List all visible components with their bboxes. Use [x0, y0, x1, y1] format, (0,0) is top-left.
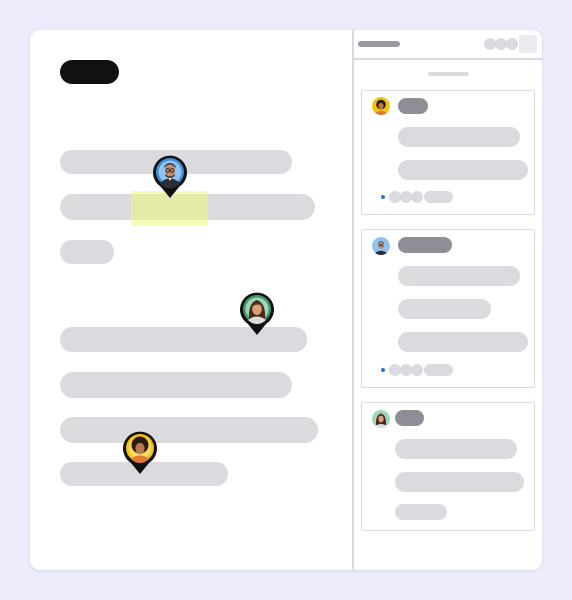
avatar-woman-curly-icon — [372, 97, 390, 115]
comments-panel-header — [354, 30, 542, 60]
collaborator-pin-woman[interactable] — [239, 291, 275, 335]
collaborator-pin-woman-curly[interactable] — [122, 430, 158, 474]
document-title[interactable] — [60, 60, 119, 84]
comment-thread[interactable] — [361, 402, 535, 531]
text-line[interactable] — [60, 240, 114, 264]
comment-text-line — [398, 160, 528, 180]
text-line[interactable] — [60, 417, 318, 443]
comment-text-line — [398, 266, 520, 286]
reply-count[interactable] — [424, 364, 453, 376]
document-area — [30, 30, 352, 570]
avatar-man-glasses-icon — [372, 237, 390, 255]
drag-handle[interactable] — [428, 72, 469, 76]
reply-avatar — [411, 364, 423, 376]
comment-text-line — [395, 504, 447, 520]
editor-window — [30, 30, 542, 570]
comment-text-line — [398, 299, 491, 319]
comment-thread[interactable] — [361, 90, 535, 215]
comment-text-line — [398, 127, 520, 147]
reply-avatar — [411, 191, 423, 203]
comment-text-line — [395, 439, 517, 459]
avatar-woman-icon — [372, 410, 390, 428]
reply-indicator — [381, 195, 385, 199]
participant-avatar[interactable] — [506, 38, 518, 50]
avatar-woman-icon — [240, 292, 274, 335]
comment-author-name — [398, 98, 428, 114]
comments-panel-title — [358, 41, 400, 47]
reply-indicator — [381, 368, 385, 372]
avatar-woman-curly-icon — [123, 431, 157, 474]
collaborator-pin-man-glasses[interactable] — [152, 154, 188, 198]
comments-panel — [354, 30, 542, 570]
comment-text-line — [395, 472, 524, 492]
reply-count[interactable] — [424, 191, 453, 203]
comment-thread[interactable] — [361, 229, 535, 388]
comment-author-name — [395, 410, 424, 426]
panel-menu-button[interactable] — [519, 35, 537, 53]
comment-author-name — [398, 237, 452, 253]
comment-text-line — [398, 332, 528, 352]
avatar-man-glasses-icon — [153, 155, 187, 198]
text-line[interactable] — [60, 372, 292, 398]
